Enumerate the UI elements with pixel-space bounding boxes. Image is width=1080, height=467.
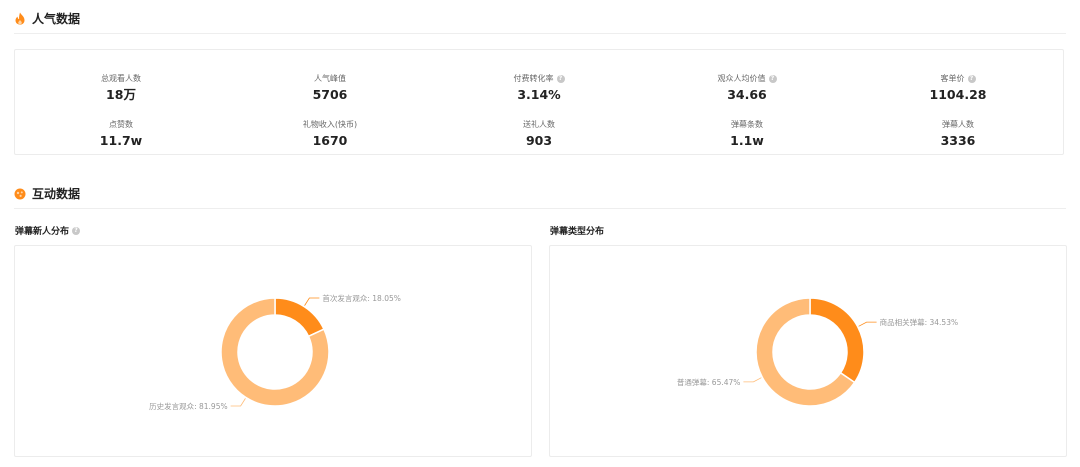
info-icon[interactable]: ? — [768, 74, 777, 83]
donut-label-line — [858, 321, 877, 327]
stat-value: 5706 — [312, 87, 348, 102]
stat-value: 18万 — [106, 87, 136, 102]
donut-chart-newcomer: 首次发言观众: 18.05% 历史发言观众: 81.95% — [149, 293, 401, 411]
stat-label: 点赞数 — [109, 119, 133, 131]
stat-label: 礼物收入(快币) — [303, 119, 357, 131]
donut-label-line — [230, 398, 246, 407]
donut-slice[interactable] — [274, 297, 325, 338]
stat-item: 付费转化率? 3.14% — [429, 66, 649, 103]
popularity-section-header: 人气数据 — [14, 10, 80, 27]
stat-value: 1104.28 — [929, 87, 987, 102]
popularity-divider — [14, 33, 1066, 34]
stat-value: 34.66 — [727, 87, 767, 102]
stat-label-text: 礼物收入(快币) — [302, 120, 358, 129]
stat-label-text: 人气峰值 — [314, 74, 346, 83]
stat-item: 客单价? 1104.28 — [848, 66, 1068, 103]
stat-value: 1.1w — [730, 133, 764, 148]
stat-value: 3.14% — [517, 87, 561, 102]
stat-item: 总观看人数 18万 — [11, 66, 231, 103]
stat-item: 观众人均价值? 34.66 — [637, 66, 857, 103]
donut-label-line — [304, 297, 320, 306]
info-icon[interactable]: ? — [556, 74, 565, 83]
stat-label-text: 客单价 — [940, 74, 965, 83]
stat-label: 观众人均价值? — [718, 73, 777, 85]
stat-label: 送礼人数 — [523, 119, 555, 131]
fire-icon — [14, 12, 26, 26]
chart-title-newcomer: 弹幕新人分布 ? — [15, 224, 81, 237]
chart-title-newcomer-text: 弹幕新人分布 — [15, 227, 70, 237]
stat-value: 1670 — [312, 133, 348, 148]
interaction-divider — [14, 208, 1066, 209]
chart-title-danmaku-type-text: 弹幕类型分布 — [550, 227, 605, 237]
stat-label-text: 点赞数 — [109, 120, 133, 129]
stat-item: 送礼人数 903 — [429, 112, 649, 149]
donut-slice-label: 商品相关弹幕: 34.53% — [880, 317, 959, 327]
stat-item: 礼物收入(快币) 1670 — [220, 112, 440, 149]
stat-label-text: 付费转化率 — [513, 74, 554, 83]
chart-danmaku-type-panel: 商品相关弹幕: 34.53% 普通弹幕: 65.47% — [549, 245, 1067, 457]
donut-slice-label: 首次发言观众: 18.05% — [322, 293, 401, 303]
info-icon[interactable]: ? — [72, 226, 81, 235]
stat-label-text: 观众人均价值 — [717, 74, 766, 83]
stat-value: 903 — [525, 133, 553, 148]
interaction-dot-icon — [14, 187, 26, 201]
interaction-section-header: 互动数据 — [14, 185, 80, 202]
chart-title-danmaku-type: 弹幕类型分布 — [550, 224, 604, 237]
stat-label: 付费转化率? — [514, 73, 565, 85]
stat-item: 人气峰值 5706 — [220, 66, 440, 103]
stat-value: 3336 — [940, 133, 976, 148]
donut-slice-label: 历史发言观众: 81.95% — [149, 401, 228, 411]
stat-label-text: 弹幕条数 — [731, 120, 763, 129]
popularity-section-title: 人气数据 — [32, 12, 81, 26]
interaction-section-title: 互动数据 — [32, 187, 81, 201]
donut-label-line — [743, 377, 762, 383]
stat-value: 11.7w — [99, 133, 143, 148]
stat-item: 弹幕条数 1.1w — [637, 112, 857, 149]
stat-item: 点赞数 11.7w — [11, 112, 231, 149]
donut-slice[interactable] — [809, 297, 865, 384]
donut-slice-label: 普通弹幕: 65.47% — [677, 377, 741, 387]
stat-item: 弹幕人数 3336 — [848, 112, 1068, 149]
donut-chart-danmaku-type: 商品相关弹幕: 34.53% 普通弹幕: 65.47% — [677, 297, 959, 407]
stat-label: 弹幕人数 — [942, 119, 974, 131]
stat-label: 弹幕条数 — [731, 119, 763, 131]
stat-label-text: 总观看人数 — [101, 74, 141, 83]
chart-newcomer-panel: 首次发言观众: 18.05% 历史发言观众: 81.95% — [14, 245, 532, 457]
stat-label: 人气峰值 — [314, 73, 346, 85]
stat-label: 客单价? — [941, 73, 976, 85]
info-icon[interactable]: ? — [967, 74, 976, 83]
popularity-stats-panel: 总观看人数 18万 人气峰值 5706 付费转化率? 3.14% 观众人均价值? 34.66 客… — [14, 49, 1064, 155]
stat-label-text: 弹幕人数 — [942, 120, 974, 129]
stat-label: 总观看人数 — [101, 73, 141, 85]
stat-label-text: 送礼人数 — [523, 120, 555, 129]
